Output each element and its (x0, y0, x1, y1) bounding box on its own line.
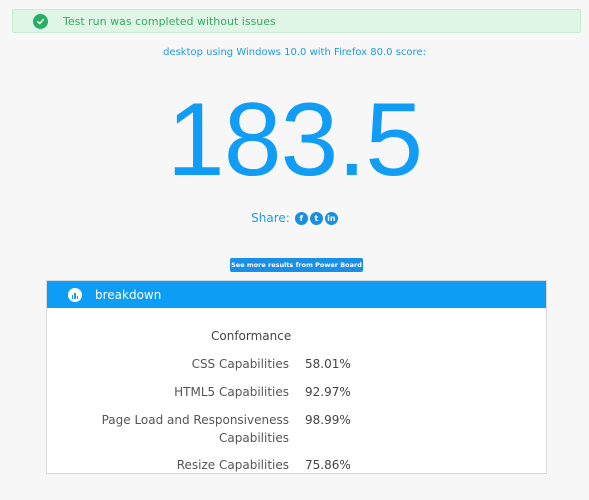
row-label: Resize Capabilities (176, 458, 289, 472)
conformance-heading: Conformance (211, 329, 292, 343)
share-label: Share: (251, 211, 290, 225)
twitter-icon[interactable]: t (309, 211, 323, 225)
alert-message: Test run was completed without issues (63, 14, 276, 28)
breakdown-panel: breakdown Conformance CSS Capabilities 5… (46, 280, 547, 474)
row-label: Page Load and Responsiveness Capabilitie… (101, 413, 289, 445)
breakdown-title: breakdown (95, 287, 162, 302)
page: Test run was completed without issues de… (0, 0, 589, 500)
facebook-icon[interactable]: f (294, 211, 308, 225)
linkedin-icon[interactable]: in (324, 211, 338, 225)
row-value: 92.97% (305, 385, 351, 399)
success-alert: Test run was completed without issues (12, 9, 581, 33)
check-circle-icon (33, 13, 48, 29)
see-more-results-button[interactable]: See more results from Power Board (230, 258, 363, 272)
row-value: 58.01% (305, 357, 351, 371)
score-value: 183.5 (166, 82, 423, 198)
row-value: 98.99% (305, 413, 351, 427)
share-bar: Share: f t in (0, 211, 589, 225)
row-label: HTML5 Capabilities (174, 385, 289, 399)
breakdown-header[interactable]: breakdown (47, 281, 546, 308)
row-label: CSS Capabilities (191, 357, 289, 371)
bar-chart-icon (68, 287, 82, 302)
row-value: 75.86% (305, 458, 351, 472)
score-subtitle: desktop using Windows 10.0 with Firefox … (163, 47, 426, 58)
